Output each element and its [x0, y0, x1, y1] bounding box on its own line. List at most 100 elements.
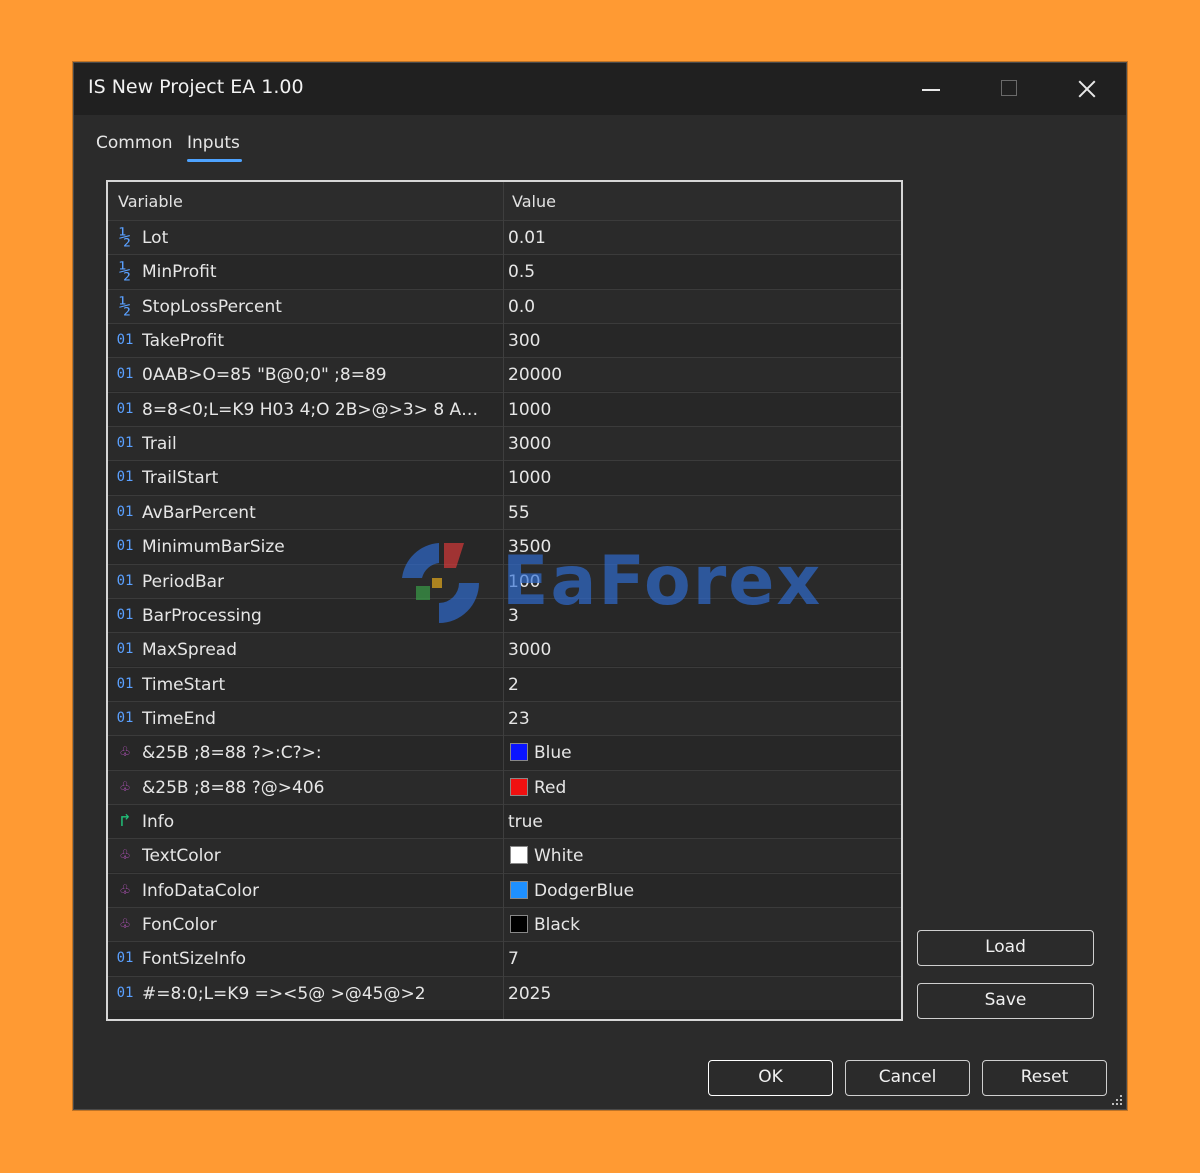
table-row[interactable]: ♧ InfoDataColor DodgerBlue [108, 872, 901, 907]
variable-name: TrailStart [142, 468, 219, 489]
integer-icon: 01 [116, 332, 134, 349]
close-icon[interactable] [1070, 73, 1104, 105]
variable-name: Lot [142, 228, 169, 248]
variable-value[interactable]: 100 [508, 572, 540, 592]
fraction-icon: ½ [118, 259, 132, 284]
table-row[interactable]: ♧ FonColor Black [108, 907, 901, 941]
table-row[interactable]: 01 Trail 3000 [108, 426, 901, 461]
reset-button[interactable]: Reset [982, 1060, 1107, 1096]
variable-name: FontSizeInfo [142, 949, 247, 970]
color-swatch [510, 743, 528, 762]
variable-value[interactable]: 55 [508, 503, 530, 523]
ok-button[interactable]: OK [708, 1060, 833, 1096]
variable-value[interactable]: 3000 [508, 640, 551, 660]
column-header-variable[interactable]: Variable [118, 192, 183, 211]
save-button[interactable]: Save [917, 983, 1094, 1019]
tab-inputs[interactable]: Inputs [187, 133, 240, 153]
color-swatch [510, 846, 528, 865]
table-row[interactable]: 01 FontSizeInfo 7 [108, 941, 901, 976]
table-row[interactable]: ♧ TextColor White [108, 838, 901, 873]
integer-icon: 01 [116, 469, 134, 486]
color-swatch [510, 915, 528, 933]
color-icon: ♧ [120, 914, 130, 933]
grid-header: Variable Value [108, 182, 901, 220]
variable-name: MaxSpread [142, 640, 238, 661]
table-row[interactable]: 01 8=8<0;L=K9 H03 4;O 2B>@>3> 8 A… 1000 [108, 391, 901, 426]
variable-value[interactable]: 3500 [508, 537, 551, 557]
variable-value[interactable]: White [534, 846, 583, 866]
table-row[interactable]: 01 #=8:0;L=K9 =><5@ >@45@>2 2025 [108, 975, 901, 1010]
table-row[interactable]: 01 MaxSpread 3000 [108, 632, 901, 667]
variable-name: &25B ;8=88 ?>:C?>: [142, 743, 322, 764]
table-row[interactable]: 01 BarProcessing 3 [108, 597, 901, 632]
integer-icon: 01 [116, 984, 134, 1001]
variable-value[interactable]: DodgerBlue [534, 881, 634, 901]
table-row[interactable]: 01 TrailStart 1000 [108, 460, 901, 495]
table-row[interactable]: 01 AvBarPercent 55 [108, 494, 901, 529]
resize-grip-icon[interactable] [1111, 1094, 1123, 1106]
table-row[interactable]: ↱ Info true [108, 803, 901, 838]
table-row[interactable]: 01 TimeEnd 23 [108, 700, 901, 735]
integer-icon: 01 [116, 435, 134, 452]
variable-name: TextColor [142, 846, 221, 867]
variable-value[interactable]: Black [534, 915, 580, 935]
table-row[interactable]: 01 PeriodBar 100 [108, 563, 901, 598]
integer-icon: 01 [116, 950, 134, 967]
table-row[interactable]: ½ Lot 0.01 [108, 220, 901, 254]
cancel-button[interactable]: Cancel [845, 1060, 970, 1096]
variable-value[interactable]: 3 [508, 606, 519, 626]
variable-name: #=8:0;L=K9 =><5@ >@45@>2 [142, 983, 426, 1004]
table-row[interactable]: ♧ &25B ;8=88 ?@>406 Red [108, 769, 901, 804]
variable-value[interactable]: 0.0 [508, 297, 535, 317]
variable-value[interactable]: 0.5 [508, 262, 535, 282]
variable-name: TimeStart [142, 674, 226, 695]
variable-name: MinimumBarSize [142, 537, 285, 558]
integer-icon: 01 [116, 709, 134, 726]
table-row[interactable]: 01 0AAB>O=85 "B@0;0" ;8=89 20000 [108, 357, 901, 392]
variable-value[interactable]: 2025 [508, 984, 551, 1004]
fraction-icon: ½ [118, 293, 132, 318]
table-row[interactable]: 01 TakeProfit 300 [108, 323, 901, 358]
variable-name: InfoDataColor [142, 880, 260, 901]
variable-value[interactable]: 7 [508, 949, 519, 969]
color-icon: ♧ [120, 742, 130, 762]
variable-value[interactable]: 0.01 [508, 228, 546, 248]
variable-value[interactable]: 2 [508, 675, 519, 695]
table-row[interactable]: ♧ &25B ;8=88 ?>:C?>: Blue [108, 735, 901, 770]
variable-name: 8=8<0;L=K9 H03 4;O 2B>@>3> 8 A… [142, 399, 479, 420]
table-row[interactable]: ½ MinProfit 0.5 [108, 254, 901, 289]
integer-icon: 01 [116, 641, 134, 658]
variable-value[interactable]: Blue [534, 743, 572, 763]
tab-common[interactable]: Common [96, 133, 173, 153]
fraction-icon: ½ [118, 225, 132, 249]
bool-icon: ↱ [119, 809, 131, 831]
integer-icon: 01 [116, 572, 134, 589]
variable-name: BarProcessing [142, 605, 262, 626]
variable-value[interactable]: 3000 [508, 434, 551, 454]
variable-value[interactable]: 1000 [508, 468, 551, 488]
variable-value[interactable]: Red [534, 778, 566, 798]
active-tab-indicator [187, 159, 242, 162]
title-bar[interactable]: IS New Project EA 1.00 [74, 63, 1126, 115]
variable-value[interactable]: 1000 [508, 400, 551, 420]
variable-name: TakeProfit [142, 331, 225, 352]
variable-value[interactable]: 23 [508, 709, 530, 729]
color-swatch [510, 777, 528, 796]
variable-name: FonColor [142, 915, 217, 935]
minimize-icon[interactable] [914, 73, 948, 105]
load-button[interactable]: Load [917, 930, 1094, 966]
column-divider[interactable] [503, 182, 504, 1019]
table-row[interactable]: ½ StopLossPercent 0.0 [108, 288, 901, 323]
integer-icon: 01 [116, 503, 134, 520]
inputs-grid: Variable Value ½ Lot 0.01 ½ MinProfit 0.5 ½ Sto… [106, 180, 903, 1021]
variable-name: MinProfit [142, 262, 217, 283]
column-header-value[interactable]: Value [512, 192, 556, 211]
variable-name: Trail [142, 434, 177, 455]
variable-value[interactable]: 20000 [508, 365, 562, 385]
maximize-icon[interactable] [992, 73, 1026, 105]
table-row[interactable]: 01 MinimumBarSize 3500 [108, 529, 901, 564]
variable-value[interactable]: true [508, 812, 543, 832]
color-icon: ♧ [120, 845, 130, 865]
table-row[interactable]: 01 TimeStart 2 [108, 666, 901, 701]
variable-value[interactable]: 300 [508, 331, 540, 351]
